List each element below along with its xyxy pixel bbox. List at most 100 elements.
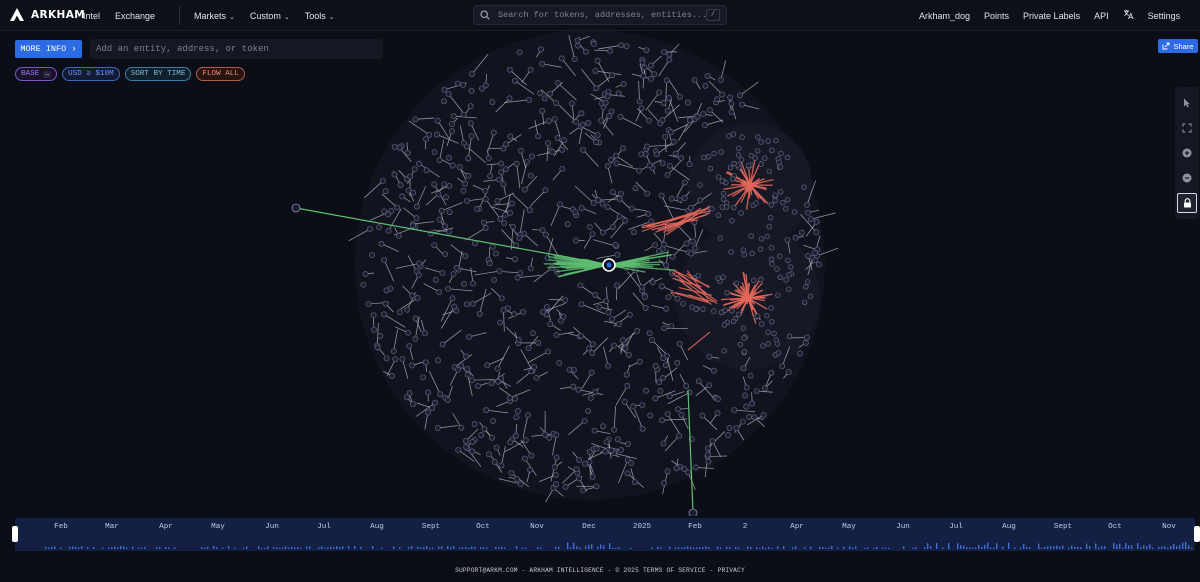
graph-node[interactable] [733,280,740,286]
graph-node[interactable] [729,308,735,314]
graph-node[interactable] [582,460,588,467]
graph-node[interactable] [599,200,606,207]
graph-node[interactable] [377,333,384,339]
graph-node[interactable] [768,369,775,376]
graph-node[interactable] [590,40,597,47]
graph-node[interactable] [451,303,458,310]
graph-node[interactable] [738,210,744,216]
graph-node[interactable] [561,137,568,144]
graph-node[interactable] [539,309,546,315]
graph-node[interactable] [535,133,542,140]
graph-node[interactable] [643,47,650,54]
graph-node[interactable] [517,269,524,276]
graph-node[interactable] [405,329,412,336]
graph-node[interactable] [724,289,730,296]
graph-node[interactable] [570,383,577,390]
graph-node[interactable] [431,242,438,249]
graph-node[interactable] [802,339,809,346]
graph-node[interactable] [498,462,505,469]
graph-node[interactable] [615,90,622,97]
graph-node[interactable] [492,250,499,257]
graph-node[interactable] [620,145,626,152]
graph-node[interactable] [513,160,520,167]
graph-node[interactable] [422,359,429,366]
graph-node[interactable] [464,197,470,204]
graph-node[interactable] [787,264,794,270]
graph-node[interactable] [625,441,631,447]
graph-node[interactable] [674,359,681,366]
graph-node[interactable] [662,133,669,140]
graph-node[interactable] [711,367,717,374]
graph-node[interactable] [599,229,606,236]
graph-node[interactable] [656,248,662,254]
graph-node[interactable] [426,132,433,138]
graph-node[interactable] [759,321,765,327]
graph-node[interactable] [627,311,633,318]
graph-node[interactable] [383,287,390,294]
graph-node[interactable] [683,383,690,390]
graph-node[interactable] [469,439,476,445]
graph-node[interactable] [812,249,818,256]
graph-node[interactable] [775,350,782,356]
graph-node[interactable] [614,282,620,289]
graph-node[interactable] [406,342,413,349]
graph-node[interactable] [797,350,803,357]
graph-node[interactable] [571,56,578,62]
graph-node[interactable] [376,224,383,231]
graph-node[interactable] [593,445,600,452]
graph-node[interactable] [663,305,670,312]
graph-node[interactable] [644,143,650,150]
graph-node[interactable] [697,182,703,188]
graph-node[interactable] [747,372,754,379]
graph-node[interactable] [651,71,658,78]
footer-terms-link[interactable]: TERMS OF SERVICE [643,567,706,574]
graph-node[interactable] [778,150,784,157]
graph-node[interactable] [489,243,496,250]
graph-node[interactable] [664,411,671,418]
graph-node[interactable] [544,304,550,310]
graph-node[interactable] [545,118,552,124]
graph-node[interactable] [486,260,493,267]
graph-node[interactable] [707,165,714,172]
graph-node[interactable] [766,223,772,230]
graph-node[interactable] [378,240,385,247]
graph-node[interactable] [786,333,793,339]
graph-node[interactable] [786,272,792,278]
graph-node[interactable] [784,236,791,243]
graph-node[interactable] [432,276,439,283]
graph-node[interactable] [804,201,810,208]
graph-node[interactable] [441,86,448,93]
graph-node[interactable] [636,358,643,365]
graph-node[interactable] [553,471,559,478]
graph-node[interactable] [792,234,799,241]
graph-node[interactable] [695,272,701,279]
graph-node[interactable] [374,344,381,351]
graph-node[interactable] [727,94,734,101]
graph-node[interactable] [446,182,453,189]
graph-node[interactable] [663,262,670,269]
graph-node[interactable] [705,445,711,452]
graph-node[interactable] [404,149,411,156]
graph-node[interactable] [676,196,683,203]
graph-node[interactable] [495,176,502,183]
graph-node[interactable] [507,209,514,216]
graph-node[interactable] [771,330,777,337]
graph-node[interactable] [553,481,559,488]
graph-node[interactable] [558,55,565,62]
graph-node[interactable] [705,153,712,160]
graph-node[interactable] [439,341,446,348]
graph-node[interactable] [463,444,469,451]
graph-node[interactable] [578,301,585,308]
graph-node[interactable] [668,323,675,329]
graph-node[interactable] [572,209,579,215]
graph-node[interactable] [640,72,647,79]
nav-tools[interactable]: Tools ⌄ [305,11,335,21]
graph-node[interactable] [533,374,540,381]
graph-node[interactable] [573,237,579,244]
graph-node[interactable] [670,138,677,145]
graph-node[interactable] [524,412,531,419]
graph-node[interactable] [681,179,688,186]
graph-node[interactable] [754,148,761,154]
graph-node[interactable] [666,51,673,58]
graph-node[interactable] [631,479,638,485]
